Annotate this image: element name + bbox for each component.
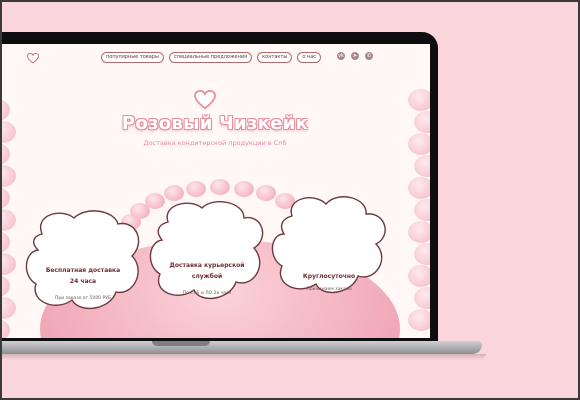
card-title: Бесплатная доставка: [45, 267, 121, 274]
card-title-line2: службой: [191, 273, 223, 280]
laptop-shadow: [0, 354, 486, 360]
cake-bead: [0, 187, 10, 209]
card-title: Круглосуточно: [302, 273, 356, 280]
card-text: При заказе от 5000 РУБ: [54, 296, 112, 301]
cake-bead: [0, 209, 16, 231]
cake-bead: [210, 179, 230, 196]
main-nav: популярные товары специальные предложени…: [101, 52, 322, 63]
card-title: Доставка курьерской: [169, 262, 245, 269]
cake-bead: [414, 287, 430, 309]
cake-bead: [186, 180, 207, 197]
hero-title: Розовый Чизкейк: [121, 113, 309, 134]
cake-bead: [233, 180, 254, 197]
card-text: Принимаем заказы: [306, 287, 352, 292]
around-the-clock-card[interactable]: Круглосуточно Принимаем заказы: [268, 194, 390, 298]
cake-bead: [0, 231, 10, 253]
cloud-shape: [271, 196, 386, 294]
nav-contacts[interactable]: контакты: [257, 52, 293, 63]
cake-bead: [0, 297, 16, 319]
logo-heart-icon[interactable]: [26, 49, 40, 68]
cake-bead: [414, 155, 430, 177]
cake-bead: [408, 309, 430, 331]
social-links: vk ➤ ✆: [337, 52, 373, 60]
cake-bead: [0, 275, 10, 297]
vk-icon[interactable]: vk: [337, 52, 345, 60]
card-text: По СпБ и ЛО 2в часе: [182, 291, 232, 296]
hero-subtitle: Доставка кондитерской продукции в Спб: [143, 139, 287, 147]
cake-bead: [0, 165, 16, 187]
laptop-base: [0, 341, 482, 354]
cake-bead: [414, 243, 430, 265]
cake-bead: [408, 221, 430, 243]
cake-bead: [408, 89, 430, 111]
cake-bead: [414, 199, 430, 221]
telegram-icon[interactable]: ➤: [351, 52, 359, 60]
website-screen: популярные товары специальные предложени…: [0, 44, 430, 338]
nav-special-offers[interactable]: специальные предложения: [168, 52, 253, 63]
cake-bead: [408, 177, 430, 199]
card-title-line2: 24 часа: [69, 278, 97, 285]
free-delivery-card[interactable]: Бесплатная доставка 24 часа При заказе о…: [22, 206, 144, 316]
whatsapp-icon[interactable]: ✆: [365, 52, 373, 60]
hero-heart-icon: [194, 89, 216, 114]
cake-edge-left: [0, 99, 22, 338]
cake-bead: [0, 253, 16, 275]
cake-bead: [0, 319, 10, 338]
cake-bead: [408, 265, 430, 287]
cloud-shape: [149, 200, 264, 300]
laptop-notch: [152, 341, 210, 346]
nav-popular-products[interactable]: популярные товары: [101, 52, 164, 63]
courier-delivery-card[interactable]: Доставка курьерской службой По СпБ и ЛО …: [146, 198, 268, 306]
nav-about[interactable]: о нас: [297, 52, 322, 63]
